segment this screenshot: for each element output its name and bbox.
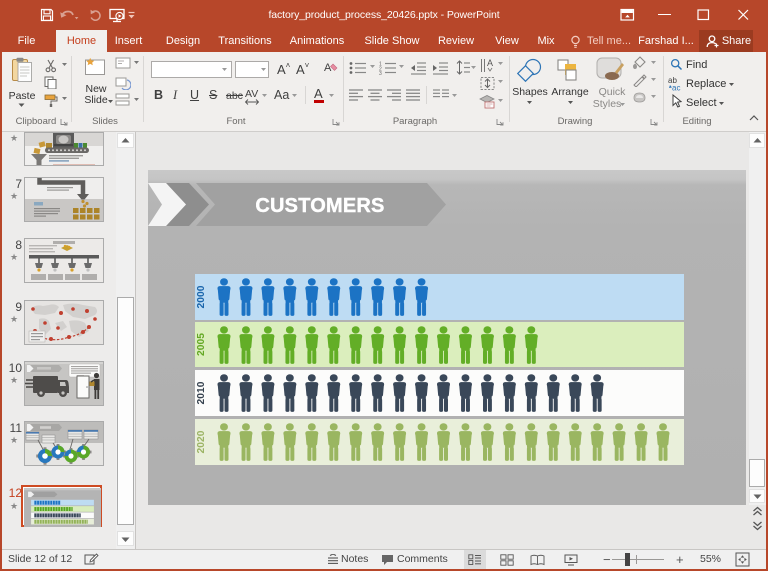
- svg-text:2000: 2000: [196, 285, 207, 308]
- svg-text:ac: ac: [672, 84, 680, 92]
- svg-text:3: 3: [379, 71, 382, 75]
- svg-text:2005: 2005: [196, 333, 207, 356]
- svg-text:A: A: [487, 58, 493, 68]
- svg-text:A: A: [324, 62, 332, 74]
- svg-text:CUSTOMERS: CUSTOMERS: [255, 195, 384, 217]
- svg-text:2020: 2020: [196, 430, 207, 453]
- svg-text:2010: 2010: [196, 381, 207, 404]
